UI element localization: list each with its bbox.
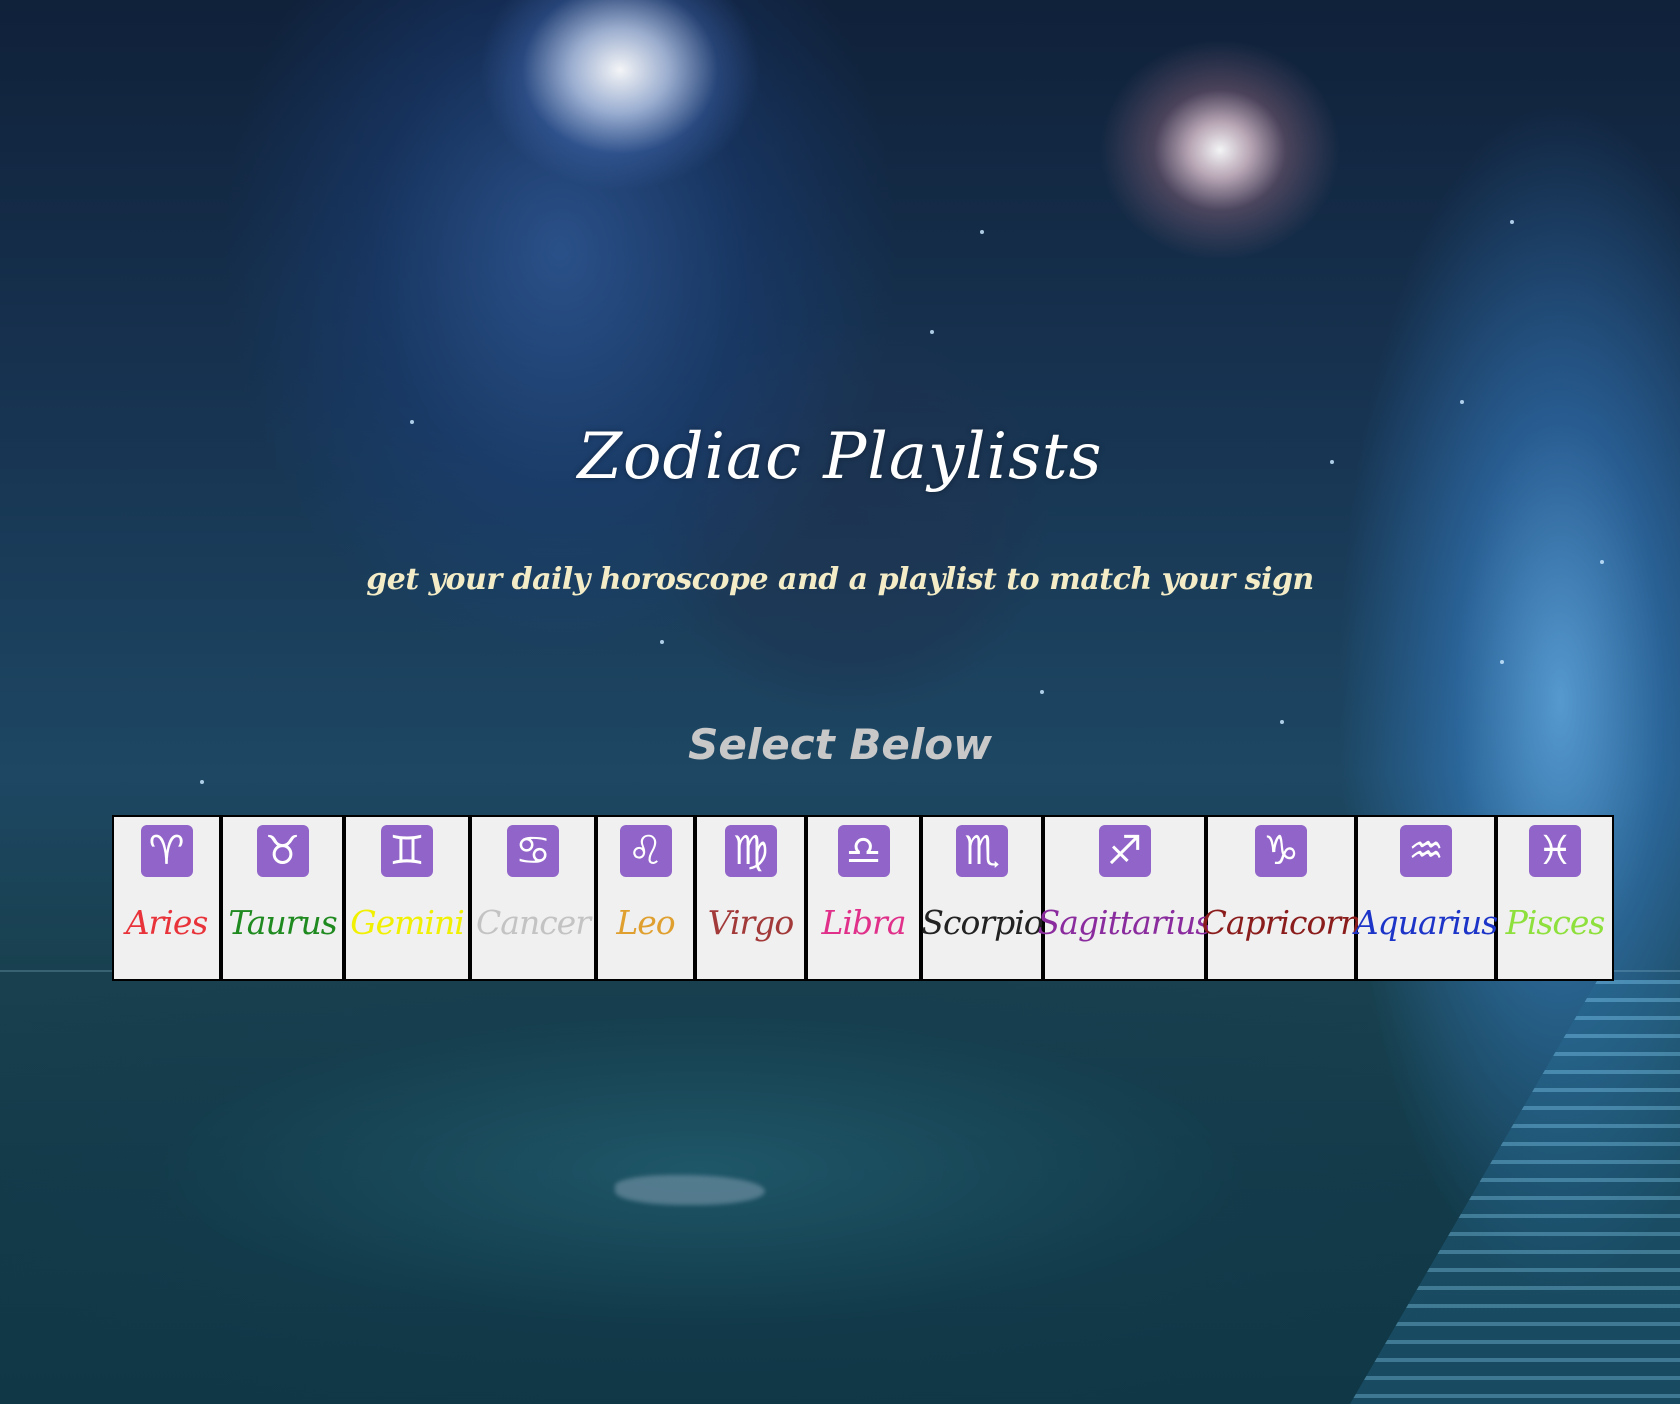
sign-leo[interactable]: ♌ Leo [598, 817, 697, 979]
leo-icon: ♌ [619, 825, 672, 877]
sign-taurus[interactable]: ♉ Taurus [223, 817, 346, 979]
sign-label-gemini: Gemini [350, 903, 465, 942]
sign-label-pisces: Pisces [1505, 903, 1606, 942]
sign-label-taurus: Taurus [228, 903, 337, 942]
sign-aries[interactable]: ♈ Aries [114, 817, 223, 979]
sign-label-libra: Libra [821, 903, 906, 942]
sign-label-leo: Leo [616, 903, 675, 942]
sign-label-sagittarius: Sagittarius [1037, 903, 1213, 942]
page-title: Zodiac Playlists [577, 420, 1103, 494]
sign-label-scorpio: Scorpio [921, 903, 1043, 942]
sign-scorpio[interactable]: ♏ Scorpio [921, 817, 1045, 979]
gemini-icon: ♊ [381, 825, 433, 877]
sign-cancer[interactable]: ♋ Cancer [472, 817, 598, 979]
sign-label-aquarius: Aquarius [1354, 903, 1498, 942]
taurus-icon: ♉ [256, 825, 309, 877]
capricorn-icon: ♑ [1255, 825, 1307, 877]
space-background [0, 0, 1680, 1404]
sign-label-cancer: Cancer [476, 903, 591, 942]
sign-label-aries: Aries [125, 903, 209, 942]
aries-icon: ♈ [140, 825, 193, 877]
virgo-icon: ♍ [724, 825, 777, 877]
page-subtitle: get your daily horoscope and a playlist … [366, 562, 1314, 597]
select-prompt: Select Below [688, 720, 992, 769]
sign-sagittarius[interactable]: ♐ Sagittarius [1038, 817, 1212, 979]
libra-icon: ♎ [837, 825, 890, 877]
sign-aquarius[interactable]: ♒ Aquarius [1354, 817, 1498, 979]
sagittarius-icon: ♐ [1098, 825, 1151, 877]
scorpio-icon: ♏ [956, 825, 1008, 877]
sign-virgo[interactable]: ♍ Virgo [697, 817, 808, 979]
aquarius-icon: ♒ [1400, 825, 1452, 877]
sign-libra[interactable]: ♎ Libra [808, 817, 923, 979]
zodiac-sign-list: ♈ Aries ♉ Taurus ♊ Gemini ♋ Cancer ♌ Leo… [112, 815, 1614, 981]
pisces-icon: ♓ [1529, 825, 1581, 877]
sign-label-capricorn: Capricorn [1201, 903, 1362, 942]
sign-label-virgo: Virgo [707, 903, 795, 942]
sign-pisces[interactable]: ♓ Pisces [1498, 817, 1612, 979]
sign-gemini[interactable]: ♊ Gemini [346, 817, 472, 979]
cancer-icon: ♋ [507, 825, 559, 877]
sign-capricorn[interactable]: ♑ Capricorn [1202, 817, 1361, 979]
boat-silhouette [615, 1175, 765, 1205]
